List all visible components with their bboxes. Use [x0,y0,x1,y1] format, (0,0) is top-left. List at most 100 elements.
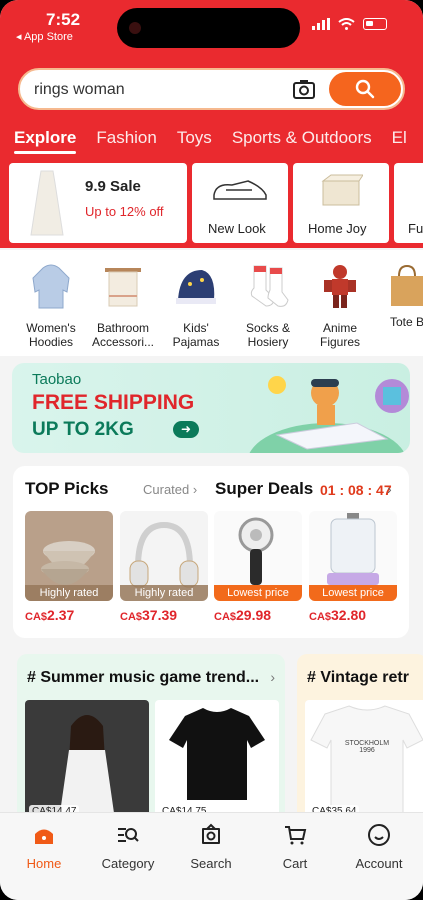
cart-icon [285,826,307,845]
free-shipping-banner[interactable]: Taobao FREE SHIPPING UP TO 2KG ➜ [12,363,410,453]
nav-cart[interactable]: Cart [255,823,335,871]
back-to-app-store[interactable]: ◂ App Store [16,30,73,43]
towel-icon [105,268,141,307]
sale-card[interactable]: 9.9 Sale Up to 12% off [9,163,187,243]
white-tshirt-illustration [310,705,423,817]
camera-dot [129,22,141,34]
chevron-right-icon: › [192,482,198,497]
tab-electronics[interactable]: El [392,128,407,148]
storage-box-image [321,174,363,206]
tab-explore[interactable]: Explore [14,128,77,154]
camera-search-icon [202,823,220,844]
status-bar: 7:52 ◂ App Store [0,0,423,56]
feed-title: # Summer music game trend... [27,669,260,686]
tab-toys[interactable]: Toys [177,128,212,148]
price-value: 32.80 [331,607,367,623]
price-value: 37.39 [142,607,178,623]
deal-countdown: 01 : 08 : 47 [320,482,392,498]
headphones-image: Highly rated [120,511,208,601]
product-card[interactable]: Highly rated CA$2.37 [25,511,113,623]
category-label: Anime Figures [319,321,360,349]
dynamic-island [117,8,300,48]
chevron-right-icon[interactable]: › [387,481,392,497]
nav-home[interactable]: Home [4,823,84,871]
category-label: Women's Hoodies [26,321,76,349]
super-deals-title[interactable]: Super Deals [215,479,313,499]
dress-model-image[interactable]: CA$14.47 [25,700,149,820]
vintage-feed-card[interactable]: # Vintage retr STOCKHOLM 1996 CA$35.64 [297,654,423,824]
nav-label: Cart [282,856,308,871]
account-icon [368,824,390,846]
product-card[interactable]: Highly rated CA$37.39 [120,511,208,623]
search-input[interactable]: rings woman [34,81,125,99]
product-price: CA$2.37 [25,607,113,623]
product-tag: Highly rated [120,585,208,601]
category-label: Kids' Pajamas [172,321,220,349]
summer-music-feed-card[interactable]: # Summer music game trend... › CA$14.47 … [17,654,285,824]
category-anime-figures[interactable]: Anime Figures [305,262,375,349]
tab-fashion[interactable]: Fashion [96,128,156,148]
top-picks-title: TOP Picks [25,479,109,498]
delivery-mascot-illustration [249,376,409,453]
category-label: Socks & Hosiery [245,321,290,349]
category-kids-pajamas[interactable]: Kids' Pajamas [161,262,231,349]
category-bathroom-accessories[interactable]: Bathroom Accessori... [88,262,158,349]
category-label: Tote B [389,315,423,329]
search-button[interactable] [329,72,401,106]
search-icon [355,79,375,99]
price-currency: CA$ [120,611,143,623]
nav-label: Account [355,856,403,871]
chevron-right-icon[interactable]: › [270,669,275,685]
product-price: CA$37.39 [120,607,208,623]
price-currency: CA$ [25,611,48,623]
nav-search[interactable]: Search [171,823,251,871]
home-joy-card[interactable]: Home Joy [293,163,389,243]
bottom-navigation: Home Category Search Cart Account [0,812,423,900]
header-area: 7:52 ◂ App Store rings woman Explore Fas… [0,0,423,248]
nav-account[interactable]: Account [339,823,419,871]
camera-search-icon[interactable] [293,79,315,99]
black-tshirt-illustration [169,708,265,800]
category-tote-bags[interactable]: Tote B [372,262,423,329]
arrow-right-icon: ➜ [173,421,199,438]
sale-title: 9.9 Sale [85,178,141,195]
nav-label: Category [101,856,155,871]
category-socks-hosiery[interactable]: Socks & Hosiery [233,262,303,349]
tote-bag-icon [391,264,423,306]
curated-link[interactable]: Curated › [143,482,197,497]
banner-subline: UP TO 2KG [32,419,134,440]
dress-image [30,170,64,236]
category-tabs: Explore Fashion Toys Sports & Outdoors E… [14,128,407,154]
new-look-label: New Look [208,221,266,236]
product-tag: Lowest price [309,585,397,601]
signal-icon [312,18,330,30]
tab-sports-outdoors[interactable]: Sports & Outdoors [232,128,372,148]
price-currency: CA$ [309,611,332,623]
price-currency: CA$ [214,611,237,623]
furniture-card[interactable]: Fu [394,163,423,243]
category-label: Bathroom Accessori... [91,321,154,349]
system-icons [312,18,387,30]
product-card[interactable]: Lowest price CA$29.98 [214,511,302,623]
search-bar[interactable]: rings woman [18,68,405,110]
black-tshirt-image[interactable]: CA$14.75 [155,700,279,820]
furniture-label: Fu [408,221,423,236]
hoodie-icon [32,264,70,309]
figure-icon [324,265,356,308]
curated-label: Curated [143,482,190,497]
top-picks-section: TOP Picks Curated › Super Deals 01 : 08 … [13,466,409,638]
banner-headline: FREE SHIPPING [32,391,195,414]
bowls-image: Highly rated [25,511,113,601]
product-tag: Highly rated [25,585,113,601]
new-look-card[interactable]: New Look [192,163,288,243]
nav-category[interactable]: Category [88,823,168,871]
product-card[interactable]: Lowest price CA$32.80 [309,511,397,623]
phone-screen: 7:52 ◂ App Store rings woman Explore Fas… [0,0,423,900]
sleep-cap-icon [176,270,216,304]
home-joy-label: Home Joy [308,221,367,236]
nav-label: Search [190,856,232,871]
socks-icon [250,265,289,307]
product-price: CA$32.80 [309,607,397,623]
white-tshirt-image[interactable]: STOCKHOLM 1996 CA$35.64 [305,700,423,820]
category-womens-hoodies[interactable]: Women's Hoodies [16,262,86,349]
